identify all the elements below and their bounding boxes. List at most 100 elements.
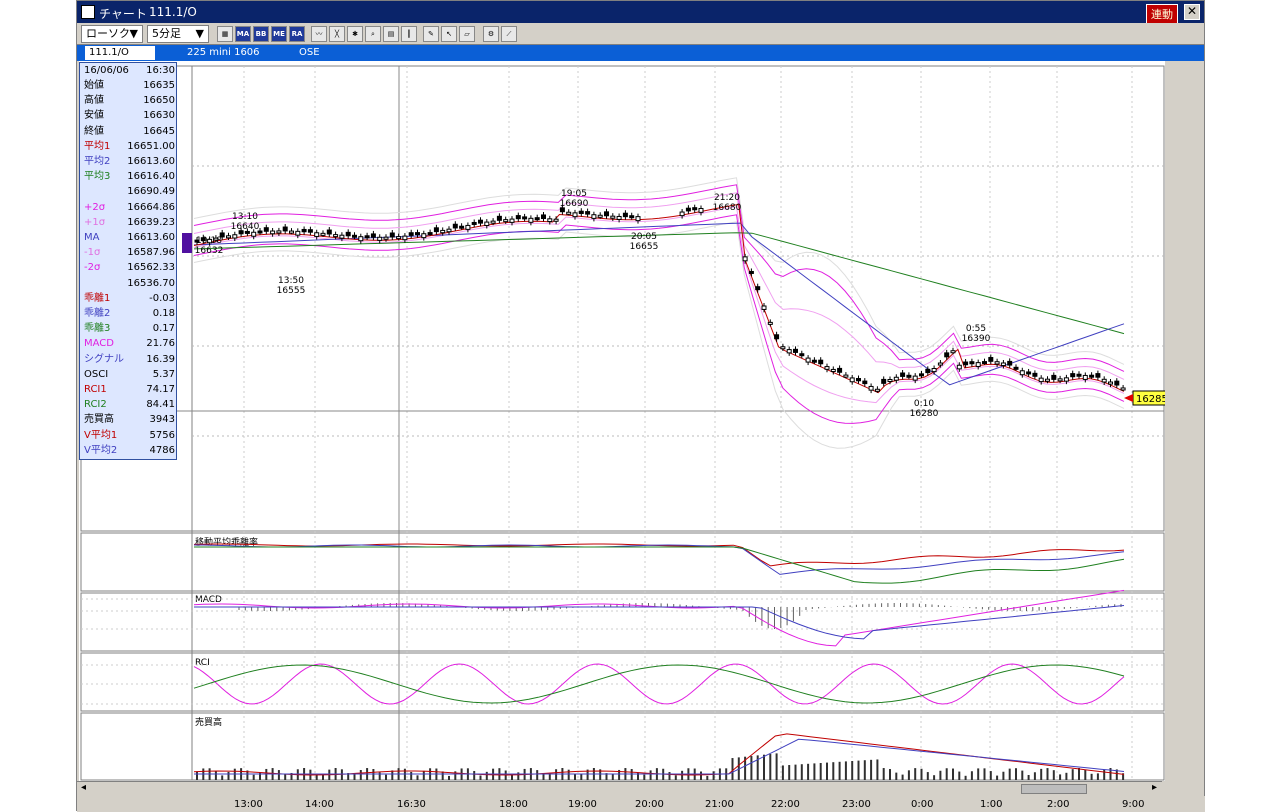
candle-body <box>370 233 376 238</box>
symbol-field[interactable]: 111.1/O <box>85 46 155 60</box>
candle-body <box>465 224 471 230</box>
chart-window: チャート 111.1/O 連動 ✕ ローソク ▼ 5分足 ▼ ▦ MA BB ME … <box>76 0 1205 812</box>
sidebar-row: V平均2 4786 <box>80 443 178 458</box>
ra-button[interactable]: RA <box>289 26 305 42</box>
sidebar-value: 16651.00 <box>127 140 175 152</box>
candle-body <box>1082 374 1088 380</box>
candle-body <box>912 375 918 381</box>
scroll-right-icon[interactable]: ▸ <box>1152 782 1157 793</box>
candle-body <box>1038 377 1044 383</box>
chevron-down-icon: ▼ <box>195 27 204 40</box>
grid-icon[interactable]: ▤ <box>383 26 399 42</box>
candle-body <box>824 366 830 370</box>
me-button[interactable]: ME <box>271 26 287 42</box>
cursor-icon[interactable]: ↖ <box>441 26 457 42</box>
candle-body <box>396 236 402 240</box>
annotation-price: 16555 <box>277 286 306 296</box>
title-bar[interactable]: チャート 111.1/O 連動 ✕ <box>77 1 1204 24</box>
candle-body <box>767 321 773 325</box>
indicator-settings-icon[interactable]: ▦ <box>217 26 233 42</box>
candle-body <box>1095 373 1101 378</box>
pen-icon[interactable]: ✎ <box>423 26 439 42</box>
close-icon[interactable]: ✕ <box>1184 4 1200 20</box>
zoom-icon[interactable]: ⌕ <box>365 26 381 42</box>
time-tick-label: 19:00 <box>568 799 597 810</box>
link-button[interactable]: 連動 <box>1146 4 1178 24</box>
trend-icon[interactable]: ⟋ <box>501 26 517 42</box>
candle-body <box>427 232 433 236</box>
candle-body <box>490 220 496 224</box>
sidebar-value: 16650 <box>143 95 175 107</box>
candle-body <box>408 232 414 236</box>
sidebar-value: 74.17 <box>146 384 175 395</box>
sidebar-value: 5.37 <box>152 368 175 380</box>
sidebar-value: 16613.60 <box>127 232 175 243</box>
settings-icon[interactable]: ⚙ <box>483 26 499 42</box>
time-tick-label: 21:00 <box>705 799 734 810</box>
candle-body <box>459 225 465 229</box>
scroll-thumb[interactable] <box>1021 784 1087 794</box>
candle-body <box>509 218 515 223</box>
volume-panel-frame <box>80 712 1165 781</box>
line-chart-icon[interactable]: 〰 <box>311 26 327 42</box>
candle-body <box>515 215 521 220</box>
candle-body <box>1045 378 1050 382</box>
sidebar-value: 16536.70 <box>127 277 175 289</box>
ma-button[interactable]: MA <box>235 26 251 42</box>
sidebar-row: 16690.49 <box>80 184 178 199</box>
sidebar-row: 高値 16650 <box>80 93 178 108</box>
candle-body <box>282 226 288 232</box>
candle-body <box>496 215 502 221</box>
candle-body <box>528 217 534 223</box>
time-tick-label: 18:00 <box>499 799 528 810</box>
candle-body <box>421 233 427 239</box>
scroll-left-icon[interactable]: ◂ <box>81 782 86 793</box>
sidebar-value: 16639.23 <box>127 216 175 228</box>
annotation-time: 0:10 <box>914 399 934 409</box>
candle-body <box>547 218 553 223</box>
candle-body <box>452 223 458 229</box>
candle-body <box>295 230 301 236</box>
eraser-icon[interactable]: ▱ <box>459 26 475 42</box>
sidebar-label: 乖離1 <box>84 292 111 304</box>
candle-body <box>232 234 238 239</box>
candle-body <box>748 270 754 274</box>
candle-body <box>1019 370 1025 376</box>
bb-button[interactable]: BB <box>253 26 269 42</box>
sidebar-time: 16:30 <box>146 65 175 76</box>
candle-body <box>698 207 704 213</box>
current-price-label: 16285 <box>1136 394 1165 405</box>
annotation-price: 16640 <box>231 222 260 232</box>
macd-panel-title: MACD <box>195 595 222 605</box>
candle-body <box>755 286 761 291</box>
candle-body <box>597 214 603 218</box>
candle-body <box>616 215 622 220</box>
toolbar: ローソク ▼ 5分足 ▼ ▦ MA BB ME RA 〰 ╳ ✱ ⌕ ▤ ┃ ✎ ↖… <box>77 23 1204 45</box>
candle-body <box>1000 362 1006 367</box>
window-title: 111.1/O <box>149 5 197 19</box>
info-bar: 111.1/O 225 mini 1606 OSE <box>77 45 1204 61</box>
candle-body <box>1063 377 1069 382</box>
candle-body <box>364 235 370 239</box>
candle-body <box>799 353 805 357</box>
time-tick-label: 13:00 <box>234 799 263 810</box>
sidebar-label: 安値 <box>84 110 104 122</box>
sidebar-value: 16587.96 <box>127 247 175 259</box>
wave-icon[interactable]: ✱ <box>347 26 363 42</box>
candle-body <box>226 235 231 239</box>
candle-body <box>263 227 269 232</box>
candles-icon[interactable]: ┃ <box>401 26 417 42</box>
interval-select[interactable]: 5分足 ▼ <box>147 25 209 43</box>
candle-body <box>446 228 452 233</box>
chart-area[interactable]: 1680016600164001620010:181663213:1016640… <box>79 61 1203 781</box>
price-chart[interactable]: 1680016600164001620010:181663213:1016640… <box>79 61 1203 781</box>
fib-icon[interactable]: ╳ <box>329 26 345 42</box>
candle-body <box>389 232 395 238</box>
annotation-time: 19:05 <box>561 189 587 199</box>
chart-type-select[interactable]: ローソク ▼ <box>81 25 143 43</box>
candle-body <box>811 359 817 363</box>
candle-body <box>679 211 685 217</box>
horizontal-scrollbar[interactable]: ◂ ▸ <box>77 781 1162 795</box>
sidebar-row: -1σ 16587.96 <box>80 245 178 260</box>
candle-body <box>742 256 748 262</box>
